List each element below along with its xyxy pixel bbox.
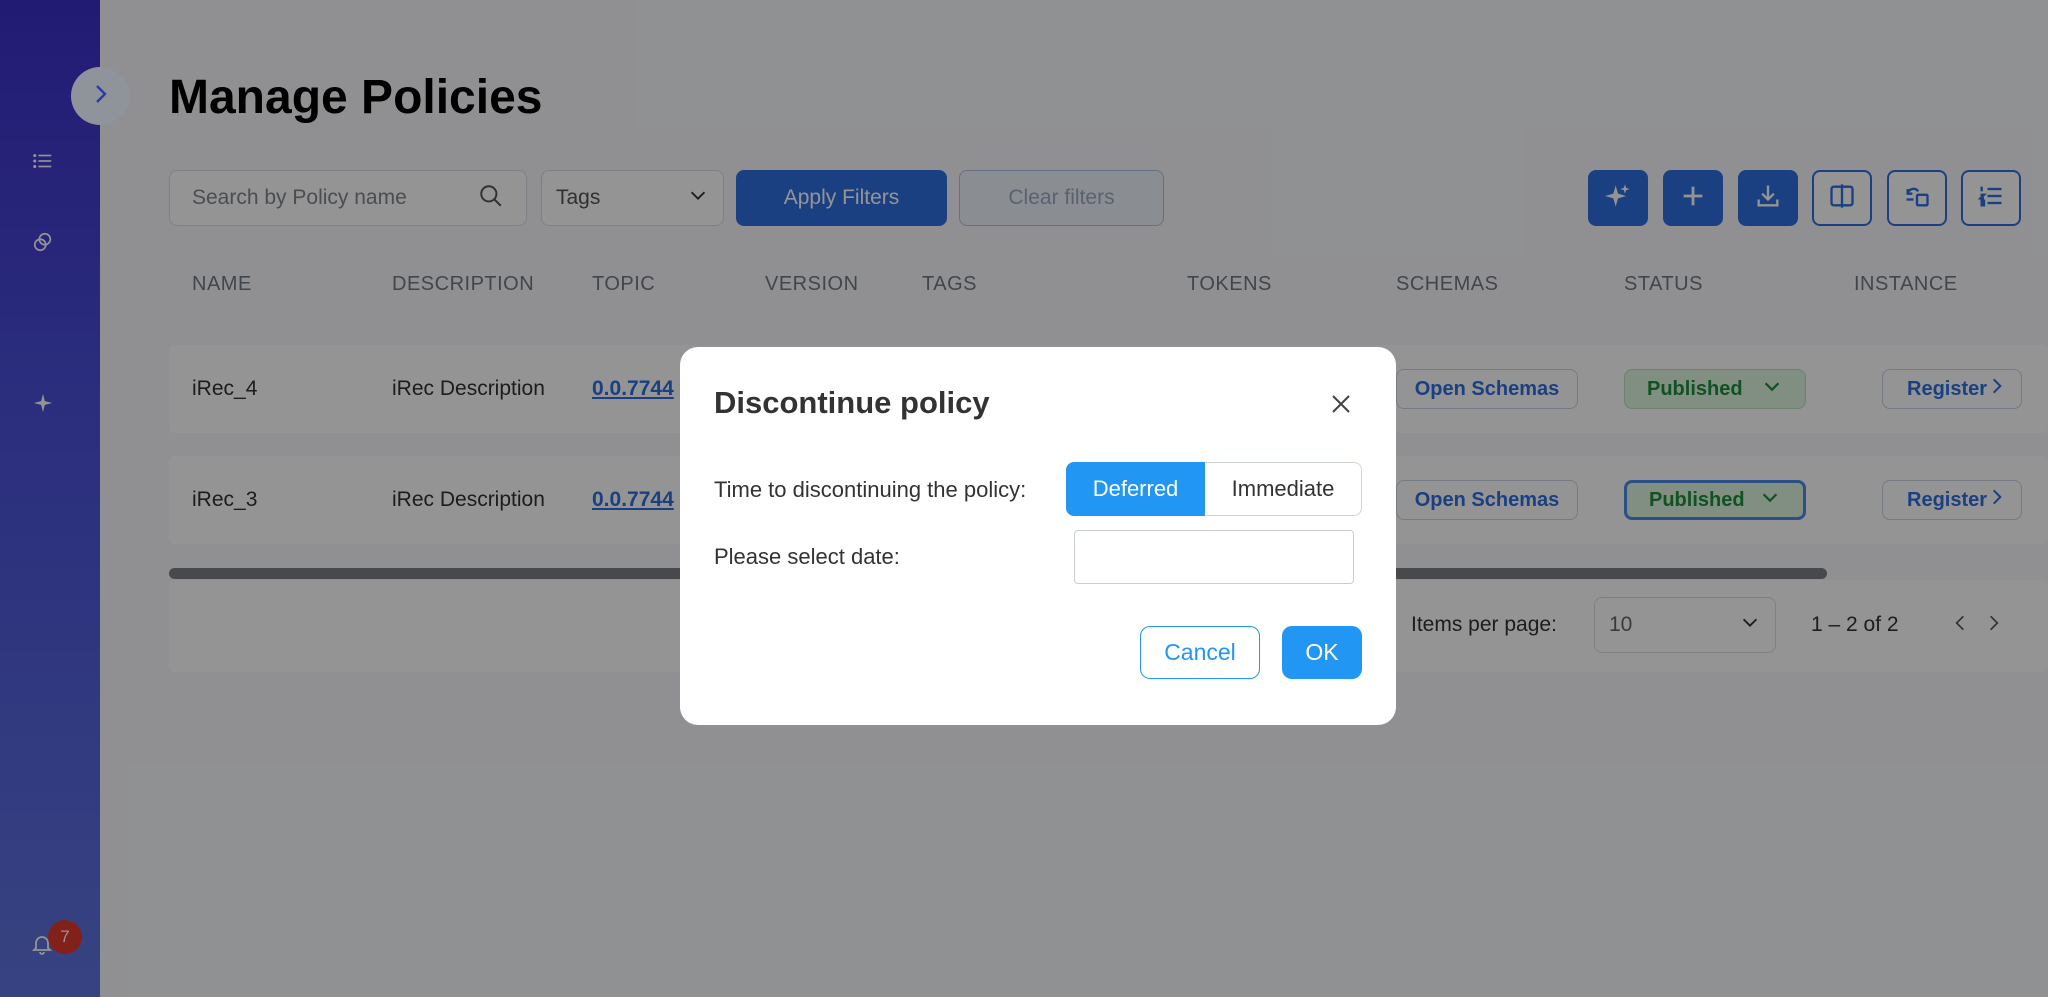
ok-button[interactable]: OK	[1282, 626, 1362, 679]
immediate-option[interactable]: Immediate	[1205, 462, 1362, 516]
chevron-right-icon	[88, 82, 112, 111]
sidebar-toggle-button[interactable]	[71, 67, 129, 125]
time-label: Time to discontinuing the policy:	[714, 477, 1027, 502]
cancel-button[interactable]: Cancel	[1140, 626, 1260, 679]
dialog-title: Discontinue policy	[714, 385, 990, 420]
deferred-option[interactable]: Deferred	[1066, 462, 1205, 516]
discontinue-policy-dialog: Discontinue policy Time to discontinuing…	[680, 347, 1396, 725]
date-input[interactable]	[1074, 530, 1354, 584]
date-label: Please select date:	[714, 544, 900, 569]
discontinue-mode-toggle: Deferred Immediate	[1066, 462, 1362, 516]
close-icon[interactable]	[1326, 389, 1356, 419]
